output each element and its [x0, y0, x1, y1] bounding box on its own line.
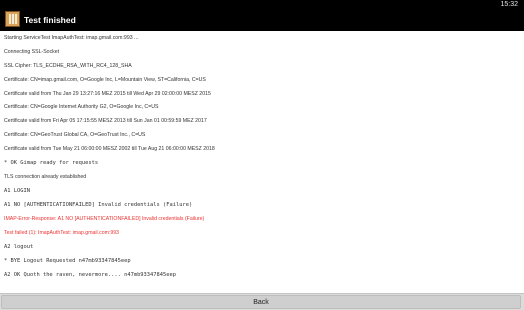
- action-bar: Test finished: [0, 9, 524, 31]
- log-line: A1 NO [AUTHENTICATIONFAILED] Invalid cre…: [4, 202, 193, 208]
- log-line: * BYE Logout Requested n47mb93347845eep: [4, 258, 131, 264]
- bottom-bar: Back: [0, 293, 524, 310]
- status-time: 15:32: [500, 1, 518, 8]
- log-line: * OK Gimap ready for requests: [4, 160, 99, 166]
- log-line: Certificate: CN=Google Internet Authorit…: [4, 104, 159, 110]
- log-line: Certificate valid from Tue May 21 06:00:…: [4, 146, 215, 152]
- test-log[interactable]: Starting ServiceTest ImapAuthTest: imap.…: [0, 31, 524, 293]
- log-line: Connecting SSL-Socket: [4, 49, 60, 55]
- log-line: SSL Cipher: TLS_ECDHE_RSA_WITH_RC4_128_S…: [4, 63, 132, 69]
- error-log-line: Test failed (1): ImapAuthTest: imap.gmai…: [4, 230, 120, 236]
- page-title: Test finished: [24, 15, 76, 25]
- log-line: A1 LOGIN: [4, 188, 30, 194]
- log-line: A2 OK Quoth the raven, nevermore.... n47…: [4, 272, 177, 278]
- log-line: Certificate: CN=imap.gmail.com, O=Google…: [4, 77, 206, 83]
- error-log-line: IMAP-Error-Response: A1 NO [AUTHENTICATI…: [4, 216, 205, 222]
- back-button[interactable]: Back: [1, 295, 521, 309]
- log-line: Certificate valid from Thu Jan 29 13:27:…: [4, 91, 211, 97]
- log-line: TLS connection already established: [4, 174, 87, 180]
- mail-test-app-icon[interactable]: [5, 11, 20, 27]
- log-line: A2 logout: [4, 244, 34, 250]
- log-line: Certificate valid from Fri Apr 05 17:15:…: [4, 118, 207, 124]
- system-status-bar: 15:32: [0, 0, 524, 9]
- log-line: Certificate: CN=GeoTrust Global CA, O=Ge…: [4, 132, 146, 138]
- log-line: Starting ServiceTest ImapAuthTest: imap.…: [4, 35, 139, 41]
